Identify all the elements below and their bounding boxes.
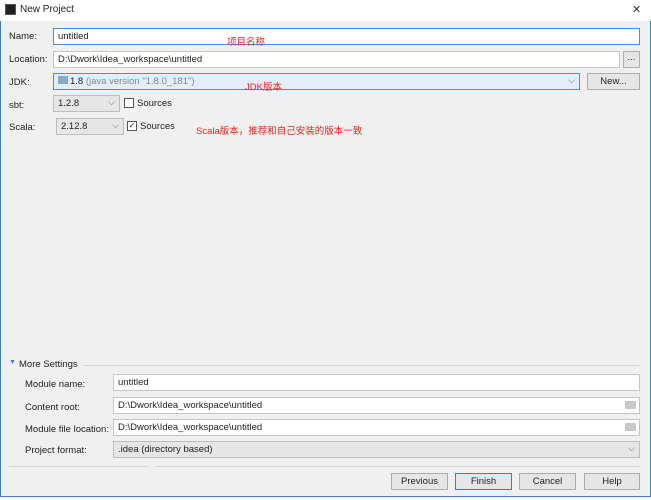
- project-format-label: Project format:: [25, 445, 87, 456]
- content-root-input[interactable]: D:\Dwork\Idea_workspace\untitled: [113, 397, 640, 414]
- content-root-value: D:\Dwork\Idea_workspace\untitled: [118, 400, 263, 411]
- app-icon: [5, 4, 16, 15]
- jdk-detail: (java version "1.8.0_181"): [85, 76, 195, 87]
- window-title: New Project: [20, 4, 74, 15]
- jdk-select[interactable]: 1.8 (java version "1.8.0_181") ⌵: [53, 73, 580, 90]
- annotation-scala: Scala版本，推荐和自己安装的版本一致: [196, 126, 363, 137]
- more-settings-toggle[interactable]: More Settings: [19, 359, 78, 370]
- annotation-name: 项目名称: [227, 37, 266, 48]
- annotation-jdk: JDK版本: [245, 82, 282, 93]
- dialog-body: Name: untitled 项目名称 Location: D:\Dwork\I…: [0, 21, 651, 497]
- help-button[interactable]: Help: [584, 473, 640, 490]
- close-icon[interactable]: ✕: [632, 3, 641, 16]
- scala-sources-checkbox[interactable]: ✓: [127, 121, 137, 131]
- sbt-version: 1.2.8: [58, 98, 80, 109]
- browse-button[interactable]: ...: [623, 51, 640, 68]
- folder-icon[interactable]: [625, 423, 636, 431]
- project-format-select[interactable]: .idea (directory based) ⌵: [113, 441, 640, 458]
- expand-triangle-icon[interactable]: ▼: [9, 359, 16, 366]
- jdk-version: 1.8: [70, 76, 84, 87]
- sbt-sources-checkbox[interactable]: [124, 98, 134, 108]
- scala-label: Scala:: [9, 122, 36, 133]
- previous-button[interactable]: Previous: [391, 473, 448, 490]
- sbt-select[interactable]: 1.2.8 ⌵: [53, 95, 120, 112]
- module-name-label: Module name:: [25, 379, 86, 390]
- jdk-folder-icon: [58, 76, 68, 84]
- divider: [155, 466, 640, 467]
- name-label: Name:: [9, 31, 37, 42]
- location-label: Location:: [9, 54, 48, 65]
- chevron-down-icon: ⌵: [568, 75, 575, 85]
- module-file-input[interactable]: D:\Dwork\Idea_workspace\untitled: [113, 419, 640, 436]
- module-name-input[interactable]: untitled: [113, 374, 640, 391]
- title-bar: New Project ✕: [0, 0, 651, 21]
- folder-icon[interactable]: [625, 401, 636, 409]
- project-format-value: .idea (directory based): [118, 444, 213, 455]
- chevron-down-icon: ⌵: [628, 443, 635, 453]
- new-jdk-button[interactable]: New...: [587, 73, 640, 90]
- scala-select[interactable]: 2.12.8 ⌵: [56, 118, 124, 135]
- jdk-label: JDK:: [9, 77, 30, 88]
- chevron-down-icon: ⌵: [112, 120, 119, 130]
- location-input[interactable]: D:\Dwork\Idea_workspace\untitled: [53, 51, 620, 68]
- sbt-label: sbt:: [9, 100, 25, 111]
- chevron-down-icon: ⌵: [108, 97, 115, 107]
- module-file-value: D:\Dwork\Idea_workspace\untitled: [118, 422, 263, 433]
- module-file-label: Module file location:: [25, 424, 109, 435]
- scala-version: 2.12.8: [61, 121, 88, 132]
- divider: [9, 466, 148, 467]
- sbt-sources-label: Sources: [137, 98, 172, 109]
- cancel-button[interactable]: Cancel: [519, 473, 576, 490]
- name-input[interactable]: untitled: [53, 28, 640, 45]
- divider: [83, 365, 639, 366]
- scala-sources-label: Sources: [140, 121, 175, 132]
- finish-button[interactable]: Finish: [455, 473, 512, 490]
- content-root-label: Content root:: [25, 402, 80, 413]
